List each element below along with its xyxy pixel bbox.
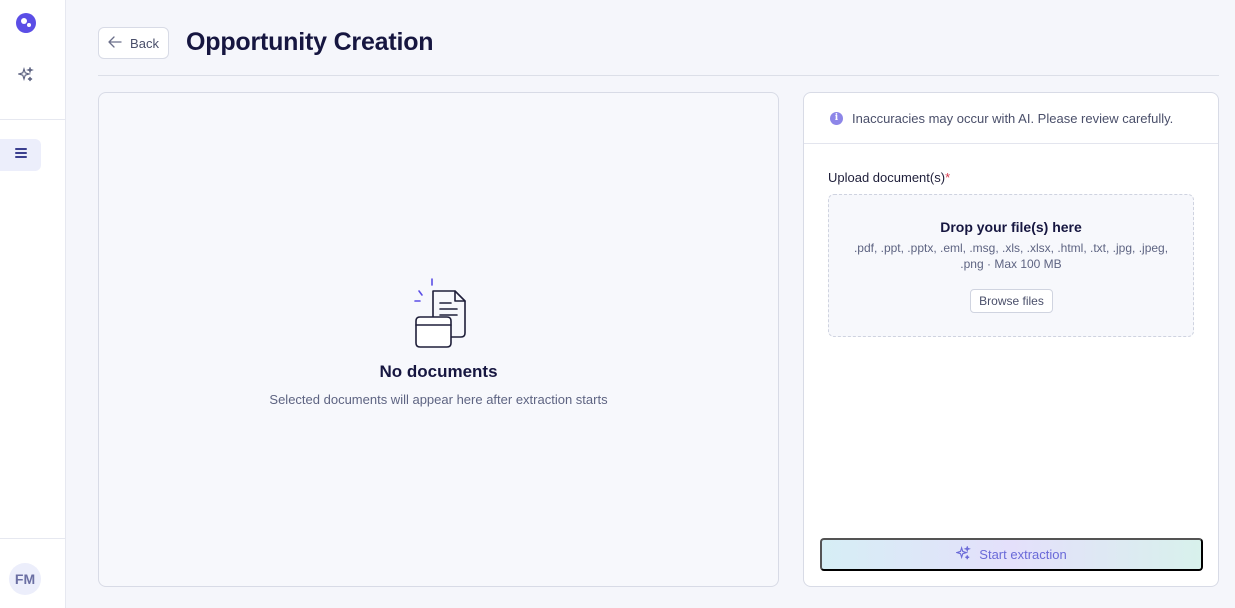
sidebar-divider-bottom [0, 538, 66, 539]
start-extraction-label: Start extraction [979, 547, 1067, 562]
accepted-file-types: .pdf, .ppt, .pptx, .eml, .msg, .xls, .xl… [853, 241, 1169, 271]
page-title: Opportunity Creation [186, 28, 434, 56]
browse-files-button[interactable]: Browse files [970, 289, 1053, 313]
back-button[interactable]: Back [98, 27, 169, 59]
header-divider [98, 75, 1219, 76]
list-icon [14, 146, 28, 165]
required-mark: * [945, 170, 951, 185]
app-logo-icon[interactable] [16, 13, 36, 33]
info-icon: i [830, 111, 843, 125]
upload-label: Upload document(s)* [828, 170, 950, 185]
sparkles-icon [955, 544, 972, 564]
ai-notice-text: Inaccuracies may occur with AI. Please r… [852, 110, 1174, 126]
upload-panel: i Inaccuracies may occur with AI. Please… [803, 92, 1219, 587]
sidebar: FM [0, 0, 66, 608]
avatar[interactable]: FM [9, 563, 41, 595]
ai-notice: i Inaccuracies may occur with AI. Please… [804, 93, 1218, 144]
file-dropzone[interactable]: Drop your file(s) here .pdf, .ppt, .pptx… [828, 194, 1194, 337]
documents-panel: No documents Selected documents will app… [98, 92, 779, 587]
empty-documents-icon [411, 277, 471, 349]
arrow-left-icon [108, 35, 122, 51]
empty-state-title: No documents [379, 362, 498, 381]
sidebar-item-opportunities[interactable] [0, 139, 41, 171]
sparkles-icon[interactable] [16, 65, 36, 85]
sidebar-divider [0, 119, 66, 120]
start-extraction-button[interactable]: Start extraction [820, 538, 1203, 571]
dropzone-title: Drop your file(s) here [940, 219, 1082, 235]
empty-state-subtitle: Selected documents will appear here afte… [269, 392, 608, 407]
upload-label-text: Upload document(s) [828, 170, 946, 185]
back-button-label: Back [130, 35, 159, 51]
